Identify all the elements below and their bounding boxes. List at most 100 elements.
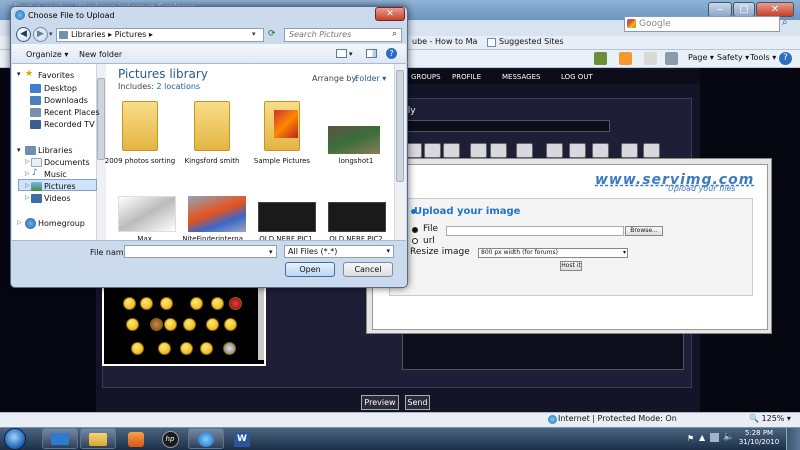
nav-recent-places[interactable]: Recent Places — [44, 108, 100, 117]
suggested-sites-link[interactable]: Suggested Sites — [499, 36, 564, 50]
search-icon[interactable]: ⌕ — [782, 17, 796, 31]
home-icon[interactable] — [594, 52, 607, 65]
breadcrumb[interactable]: Libraries ▸ Pictures ▸ — [56, 28, 264, 42]
history-chevron-icon[interactable]: ▾ — [49, 30, 53, 38]
nav-messages[interactable]: MESSAGES — [502, 73, 540, 81]
print-icon[interactable] — [665, 52, 678, 65]
help-icon[interactable]: ? — [779, 52, 792, 65]
editor-tool[interactable] — [516, 143, 533, 158]
ornament-icon[interactable] — [229, 297, 242, 310]
safety-menu[interactable]: Safety ▾ — [717, 53, 749, 62]
browse-button[interactable]: Browse... — [625, 226, 663, 236]
forward-button[interactable]: ▶ — [33, 27, 48, 42]
rss-icon[interactable] — [619, 52, 632, 65]
nav-recorded-tv[interactable]: Recorded TV — [44, 120, 95, 129]
dialog-close-button[interactable]: ✕ — [375, 7, 405, 21]
image-thumbnail[interactable] — [328, 202, 386, 232]
dialog-search-input[interactable]: Search Pictures — [284, 28, 402, 42]
subject-input[interactable] — [402, 120, 610, 132]
folder-icon[interactable] — [122, 101, 158, 151]
filename-input[interactable] — [124, 245, 277, 258]
zoom-level[interactable]: 🔍 125% ▾ — [749, 414, 791, 423]
send-button[interactable]: Send — [405, 395, 430, 410]
file-item-label[interactable]: longshot1 — [318, 157, 394, 166]
image-thumbnail[interactable] — [258, 202, 316, 232]
resize-select[interactable]: 800 px width (for forums) ▾ — [478, 248, 628, 258]
mail-icon[interactable] — [644, 52, 657, 65]
chevron-right-icon[interactable]: ▷ — [25, 158, 30, 165]
view-options-icon[interactable] — [336, 49, 347, 58]
page-menu[interactable]: Page ▾ — [688, 53, 714, 62]
editor-tool[interactable] — [443, 143, 460, 158]
chevron-right-icon[interactable]: ▷ — [25, 170, 30, 177]
smiley-icon[interactable] — [164, 318, 177, 331]
smiley-icon[interactable] — [211, 297, 224, 310]
refresh-icon[interactable]: ⟳ — [268, 29, 276, 39]
chevron-down-icon[interactable]: ▾ — [17, 70, 21, 78]
taskbar-app-button[interactable] — [42, 428, 78, 449]
chevron-right-icon[interactable]: ▷ — [25, 194, 30, 201]
taskbar-app-button[interactable] — [118, 428, 154, 449]
nav-libraries[interactable]: Libraries — [38, 146, 73, 155]
smiley-icon[interactable] — [206, 318, 219, 331]
arrange-by-select[interactable]: Folder ▾ — [355, 74, 386, 83]
chevron-down-icon[interactable]: ▾ — [17, 146, 21, 154]
reindeer-icon[interactable] — [150, 318, 163, 331]
chevron-right-icon[interactable]: ▷ — [17, 219, 22, 226]
editor-tool[interactable] — [592, 143, 609, 158]
taskbar-app-button[interactable] — [80, 428, 116, 449]
smiley-icon[interactable] — [123, 297, 136, 310]
smiley-scrollbar[interactable] — [258, 280, 264, 360]
new-folder-button[interactable]: New folder — [79, 50, 122, 59]
chevron-down-icon[interactable]: ▾ — [269, 248, 273, 256]
folder-icon[interactable] — [194, 101, 230, 151]
clock-time[interactable]: 5:28 PM — [737, 429, 781, 437]
open-button[interactable]: Open — [285, 262, 335, 277]
smiley-icon[interactable] — [180, 342, 193, 355]
editor-tool[interactable] — [490, 143, 507, 158]
nav-favorites[interactable]: Favorites — [38, 71, 74, 80]
help-icon[interactable]: ? — [386, 48, 397, 59]
flag-icon[interactable]: ⚑ — [687, 434, 694, 443]
nav-downloads[interactable]: Downloads — [44, 96, 88, 105]
host-it-button[interactable]: Host it — [560, 261, 582, 271]
chevron-right-icon[interactable]: ▷ — [25, 182, 30, 189]
taskbar-app-button[interactable]: W — [224, 428, 260, 449]
nav-pictures[interactable]: Pictures — [44, 182, 76, 191]
taskbar-app-button[interactable]: hp — [152, 428, 188, 449]
nav-groups[interactable]: GROUPS — [411, 73, 441, 81]
maximize-button[interactable]: □ — [733, 2, 755, 17]
volume-icon[interactable]: 🔈 — [723, 432, 734, 442]
chevron-down-icon[interactable]: ▾ — [349, 50, 353, 58]
ie-search-input[interactable]: Google — [624, 16, 780, 32]
clock-date[interactable]: 31/10/2010 — [737, 438, 781, 446]
editor-tool[interactable] — [546, 143, 563, 158]
smiley-icon[interactable] — [183, 318, 196, 331]
cancel-button[interactable]: Cancel — [343, 262, 393, 277]
smiley-icon[interactable] — [158, 342, 171, 355]
minimize-button[interactable]: – — [708, 2, 732, 17]
back-button[interactable]: ◀ — [16, 27, 31, 42]
file-item-label[interactable]: Sample Pictures — [244, 157, 320, 166]
smiley-icon[interactable] — [131, 342, 144, 355]
file-path-input[interactable] — [446, 226, 624, 236]
show-desktop-button[interactable] — [786, 428, 800, 450]
editor-tool[interactable] — [569, 143, 586, 158]
smiley-icon[interactable] — [190, 297, 203, 310]
editor-tool[interactable] — [621, 143, 638, 158]
taskbar-ie-button[interactable] — [188, 428, 224, 449]
security-zone[interactable]: Internet | Protected Mode: On — [558, 414, 677, 423]
nav-logout[interactable]: LOG OUT — [561, 73, 593, 81]
robot-icon[interactable] — [223, 342, 236, 355]
nav-videos[interactable]: Videos — [44, 194, 71, 203]
tools-menu[interactable]: Tools ▾ — [750, 53, 776, 62]
content-scroll-thumb[interactable] — [396, 70, 404, 182]
editor-tool[interactable] — [424, 143, 441, 158]
smiley-icon[interactable] — [126, 318, 139, 331]
ie-close-button[interactable]: ✕ — [756, 2, 794, 17]
nav-music[interactable]: Music — [44, 170, 67, 179]
chevron-down-icon[interactable]: ▾ — [252, 30, 256, 38]
includes-locations-link[interactable]: 2 locations — [157, 82, 201, 91]
organize-button[interactable]: Organize ▾ — [26, 50, 68, 59]
smiley-icon[interactable] — [200, 342, 213, 355]
